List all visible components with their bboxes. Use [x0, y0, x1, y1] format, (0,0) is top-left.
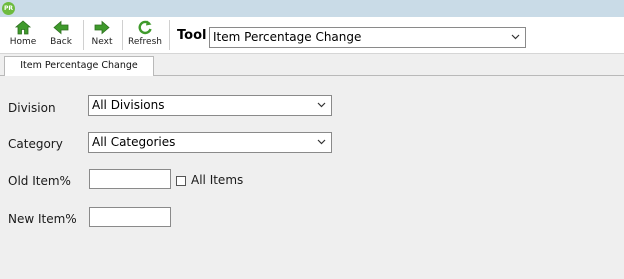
category-select-value: All Categories [92, 135, 176, 149]
home-button[interactable]: Home [8, 19, 38, 51]
app-logo: PR [2, 2, 15, 15]
old-item-label: Old Item% [8, 174, 71, 188]
new-item-input[interactable] [89, 207, 171, 227]
home-button-label: Home [9, 37, 37, 47]
all-items-checkbox[interactable] [176, 176, 186, 186]
division-select-value: All Divisions [92, 98, 165, 112]
home-icon [14, 20, 32, 35]
back-button[interactable]: Back [48, 19, 74, 51]
division-select[interactable]: All Divisions [88, 95, 332, 116]
chevron-down-icon [317, 139, 326, 145]
tool-label: Tool [177, 28, 207, 43]
tab-item-percentage-change[interactable]: Item Percentage Change [4, 56, 154, 76]
title-bar: PR [0, 0, 624, 17]
old-item-input[interactable] [89, 169, 171, 189]
back-arrow-icon [53, 20, 69, 35]
next-button[interactable]: Next [89, 19, 115, 51]
new-item-label: New Item% [8, 212, 77, 226]
toolbar-separator [122, 20, 123, 50]
refresh-button[interactable]: Refresh [127, 19, 163, 51]
tab-strip: Item Percentage Change [0, 54, 624, 76]
category-label: Category [8, 137, 63, 151]
next-arrow-icon [94, 20, 110, 35]
division-label: Division [8, 101, 56, 115]
tool-select-value: Item Percentage Change [213, 30, 362, 44]
all-items-label: All Items [191, 173, 244, 187]
refresh-icon [138, 20, 152, 35]
toolbar-separator [169, 20, 170, 50]
chevron-down-icon [511, 34, 520, 40]
refresh-button-label: Refresh [128, 37, 162, 47]
next-button-label: Next [91, 37, 113, 47]
tool-select[interactable]: Item Percentage Change [209, 27, 526, 48]
toolbar-separator [83, 20, 84, 50]
chevron-down-icon [317, 102, 326, 108]
back-button-label: Back [50, 37, 72, 47]
category-select[interactable]: All Categories [88, 132, 332, 153]
